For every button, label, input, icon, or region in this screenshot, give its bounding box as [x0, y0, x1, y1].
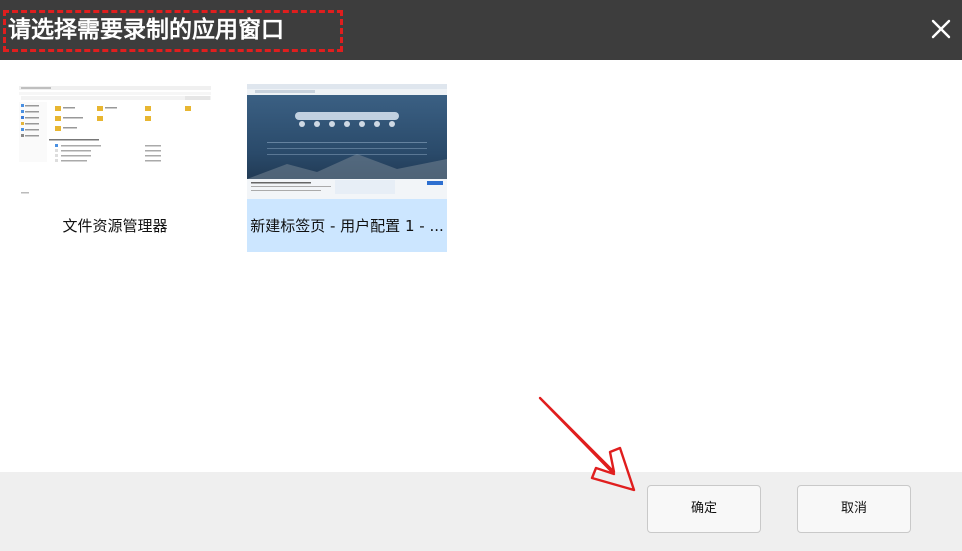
- window-label: 文件资源管理器: [62, 217, 168, 235]
- window-label: 新建标签页 - 用户配置 1 - ...: [250, 217, 444, 235]
- window-item-browser[interactable]: 新建标签页 - 用户配置 1 - ...: [247, 84, 447, 252]
- cancel-button[interactable]: 取消: [797, 485, 911, 533]
- window-item-file-explorer[interactable]: 文件资源管理器: [15, 84, 215, 252]
- browser-thumbnail: [247, 84, 447, 199]
- dialog-title: 请选择需要录制的应用窗口: [8, 17, 284, 43]
- file-explorer-thumbnail: [15, 84, 215, 199]
- dialog-titlebar: 请选择需要录制的应用窗口: [0, 0, 962, 60]
- close-icon[interactable]: [928, 16, 954, 42]
- confirm-button[interactable]: 确定: [647, 485, 761, 533]
